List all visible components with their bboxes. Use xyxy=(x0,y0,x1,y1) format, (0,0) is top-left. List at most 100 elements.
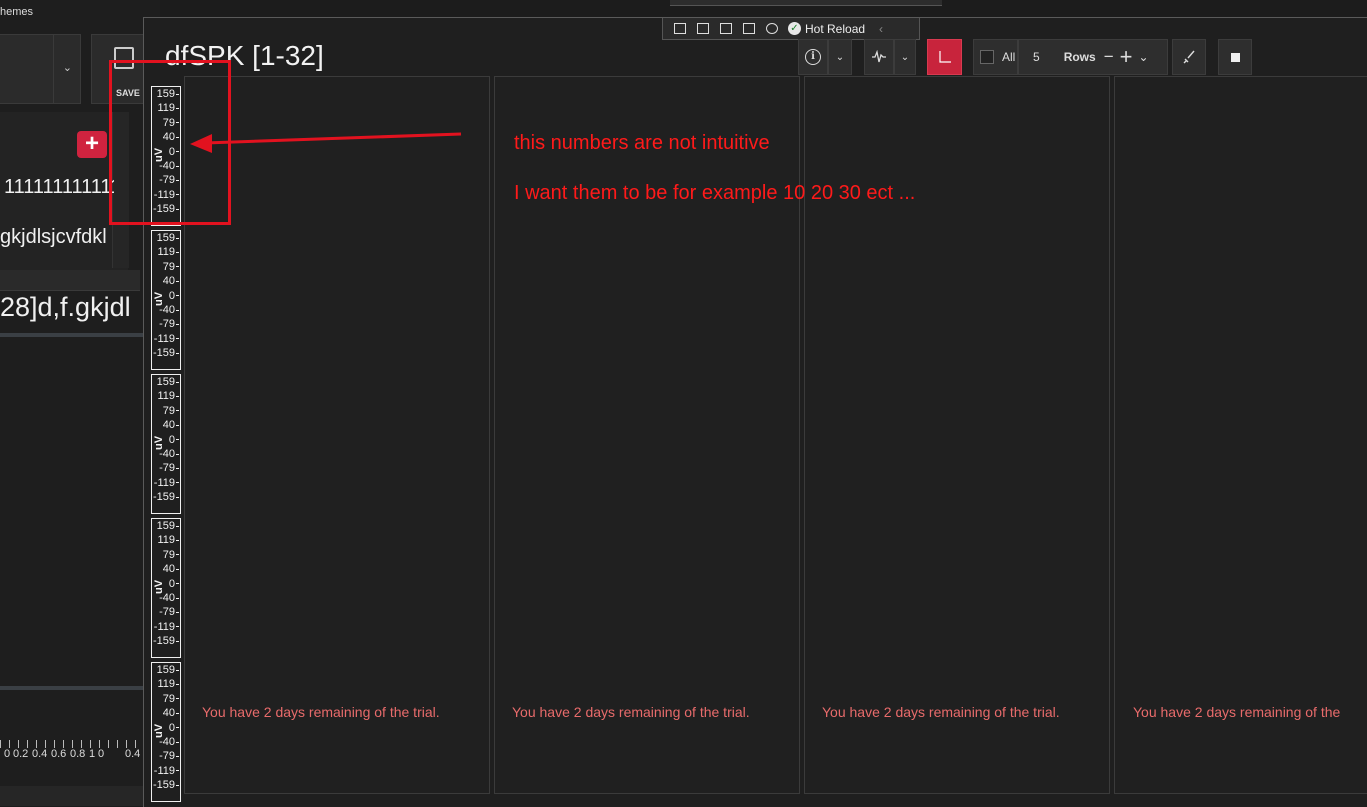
y-tick-label: 79 xyxy=(163,261,179,273)
input-row[interactable] xyxy=(0,270,140,291)
y-tick-label: 40 xyxy=(163,564,179,575)
brush-icon xyxy=(1183,50,1195,64)
ruler-label: 0 xyxy=(98,748,105,760)
y-tick-label: -79 xyxy=(159,607,179,618)
binding-icon[interactable] xyxy=(766,23,778,34)
y-tick-label: -119 xyxy=(154,621,179,633)
time-ruler: 0 0.2 0.4 0.6 0.8 1 0 0.4 xyxy=(0,740,143,766)
info-dropdown[interactable]: ⌄ xyxy=(828,39,852,75)
y-tick-label: -79 xyxy=(159,751,179,762)
clear-button[interactable] xyxy=(1172,39,1206,75)
rows-control: 5 Rows − + ⌄ xyxy=(1018,39,1168,75)
annotation-text-line1: this numbers are not intuitive xyxy=(514,132,770,154)
y-tick-label: 119 xyxy=(157,247,179,258)
y-tick-label: 0 xyxy=(169,578,179,590)
rows-value[interactable]: 5 xyxy=(1033,50,1040,64)
y-tick-label: -79 xyxy=(159,319,179,330)
stop-icon xyxy=(1230,52,1240,62)
annotation-text-line2: I want them to be for example 10 20 30 e… xyxy=(514,182,916,204)
track-focus-icon[interactable] xyxy=(743,23,755,34)
y-tick-label: 0 xyxy=(169,722,179,734)
y-tick-label: -40 xyxy=(159,593,179,604)
chevron-down-icon: ⌄ xyxy=(900,51,910,63)
ruler-label: 0.2 xyxy=(13,748,29,760)
trial-message: You have 2 days remaining of the trial. xyxy=(512,704,750,720)
minus-button[interactable]: − xyxy=(1104,47,1114,67)
info-icon: i xyxy=(805,49,821,65)
separator xyxy=(0,333,143,337)
combo-box[interactable]: ⌄ xyxy=(0,34,81,104)
top-strip xyxy=(670,0,942,6)
ruler-label: 0.6 xyxy=(51,748,67,760)
y-tick-label: -159 xyxy=(153,780,179,791)
y-tick-label: -40 xyxy=(159,305,179,316)
stop-button[interactable] xyxy=(1218,39,1252,75)
themes-menu[interactable]: hemes xyxy=(0,6,33,18)
large-text: 28]d,f.gkjdl xyxy=(0,292,131,322)
separator xyxy=(0,686,143,690)
y-tick-label: 119 xyxy=(157,679,179,690)
y-axis: uV 159 119 79 40 0 -40 -79 -119 -159 xyxy=(151,662,181,802)
filter-dropdown[interactable]: ⌄ xyxy=(894,39,916,75)
ruler-label: 0.8 xyxy=(70,748,86,760)
y-tick-label: -119 xyxy=(154,333,179,345)
y-tick-label: 0 xyxy=(169,434,179,446)
add-button[interactable]: + xyxy=(77,131,107,158)
waveform-icon xyxy=(872,50,886,63)
ruler-label: 0.4 xyxy=(125,748,141,760)
ruler-ticks xyxy=(0,740,143,748)
all-checkbox[interactable]: All xyxy=(973,39,1018,75)
y-tick-label: 40 xyxy=(163,420,179,431)
y-tick-label: 159 xyxy=(157,233,179,244)
y-tick-label: -119 xyxy=(154,765,179,777)
y-tick-label: -40 xyxy=(159,737,179,748)
y-tick-label: 40 xyxy=(163,708,179,719)
y-tick-label: 159 xyxy=(157,521,179,532)
horizontal-scrollbar[interactable] xyxy=(0,786,143,806)
y-tick-label: 119 xyxy=(157,535,179,546)
all-label: All xyxy=(1002,50,1016,64)
y-axis: uV 159 119 79 40 0 -40 -79 -119 -159 xyxy=(151,374,181,514)
trial-message: You have 2 days remaining of the xyxy=(1133,704,1341,720)
info-button[interactable]: i xyxy=(798,39,828,75)
annotation-highlight-box xyxy=(109,60,231,225)
y-axis: uV 159 119 79 40 0 -40 -79 -119 -159 xyxy=(151,230,181,370)
ruler-label: 0 xyxy=(4,748,11,760)
y-tick-label: 79 xyxy=(163,549,179,561)
hot-reload-label[interactable]: Hot Reload xyxy=(805,22,865,36)
live-tree-icon[interactable] xyxy=(674,23,686,34)
text-line-1: 1111111111111 xyxy=(4,176,114,198)
y-tick-label: 79 xyxy=(163,693,179,705)
y-tick-label: 119 xyxy=(157,391,179,402)
collapse-icon[interactable]: ‹ xyxy=(879,22,883,36)
y-tick-label: 159 xyxy=(157,377,179,388)
y-tick-label: 40 xyxy=(163,276,179,287)
y-tick-label: 79 xyxy=(163,405,179,417)
plus-button[interactable]: + xyxy=(1120,44,1133,70)
axis-icon xyxy=(938,51,951,63)
y-tick-label: -159 xyxy=(153,348,179,359)
check-icon: ✓ xyxy=(788,22,801,35)
y-tick-label: -40 xyxy=(159,449,179,460)
y-axis: uV 159 119 79 40 0 -40 -79 -119 -159 xyxy=(151,518,181,658)
combo-divider xyxy=(53,35,54,103)
chevron-down-icon[interactable]: ⌄ xyxy=(63,61,72,74)
y-tick-label: 0 xyxy=(169,290,179,302)
ruler-label: 1 xyxy=(89,748,96,760)
axis-toggle-button[interactable] xyxy=(927,39,962,75)
select-element-icon[interactable] xyxy=(697,23,709,34)
chevron-down-icon[interactable]: ⌄ xyxy=(1139,50,1149,64)
checkbox-icon xyxy=(980,50,994,64)
y-tick-label: 159 xyxy=(157,665,179,676)
display-layout-icon[interactable] xyxy=(720,23,732,34)
channel-column: You have 2 days remaining of the xyxy=(1114,76,1367,794)
filter-button[interactable] xyxy=(864,39,894,75)
chevron-down-icon: ⌄ xyxy=(835,51,845,63)
text-line-2: gkjdlsjcvfdkl xyxy=(0,226,107,248)
trial-message: You have 2 days remaining of the trial. xyxy=(822,704,1060,720)
y-tick-label: -159 xyxy=(153,492,179,503)
rows-label: Rows xyxy=(1063,50,1096,64)
y-tick-label: -119 xyxy=(154,477,179,489)
y-tick-label: -79 xyxy=(159,463,179,474)
debug-toolbar: ✓ Hot Reload ‹ xyxy=(662,18,920,40)
